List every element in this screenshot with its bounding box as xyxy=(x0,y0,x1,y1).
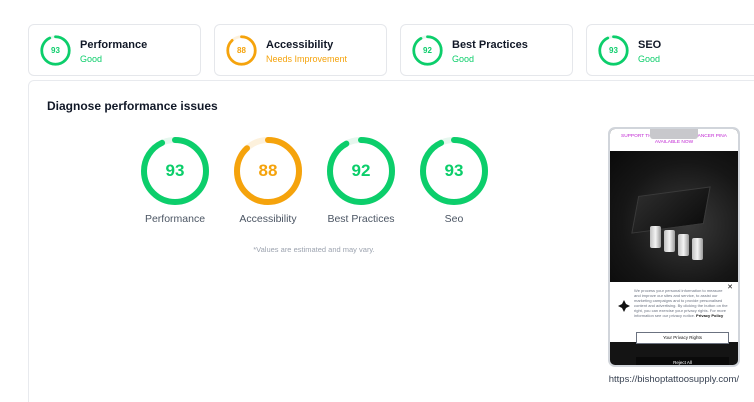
gauge-seo: 93 Seo xyxy=(399,135,509,225)
summary-card-seo[interactable]: 93 SEO Good xyxy=(586,24,754,76)
card-status: Good xyxy=(452,54,475,64)
card-title: Best Practices xyxy=(452,39,528,51)
summary-card-best-practices[interactable]: 92 Best Practices Good xyxy=(400,24,573,76)
privacy-policy-link[interactable]: Privacy Policy xyxy=(696,313,723,318)
score-value: 92 xyxy=(423,46,432,55)
summary-card-performance[interactable]: 93 Performance Good xyxy=(28,24,201,76)
estimate-note: *Values are estimated and may vary. xyxy=(253,245,375,254)
privacy-rights-button[interactable]: Your Privacy Rights xyxy=(636,332,729,344)
brand-logo-icon xyxy=(618,300,630,312)
gauge-score: 88 xyxy=(258,161,278,180)
bottle xyxy=(650,226,661,248)
bottle xyxy=(678,234,689,256)
score-value: 88 xyxy=(237,46,246,55)
gauge-score: 93 xyxy=(165,161,185,180)
diagnose-panel: Diagnose performance issues 93 Performan… xyxy=(28,80,754,402)
score-ring: 93 xyxy=(39,34,72,67)
reject-all-button[interactable]: Reject All xyxy=(636,357,729,365)
cookie-consent: ✕ We process your personal information t… xyxy=(610,282,738,344)
panel-title: Diagnose performance issues xyxy=(47,99,218,113)
card-title: Accessibility xyxy=(266,39,334,51)
card-title: SEO xyxy=(638,39,662,51)
card-status: Good xyxy=(638,54,661,64)
score-ring: 93 xyxy=(597,34,630,67)
mobile-preview: SUPPORT TH... ...T3 - HOPE VIL CANCER PI… xyxy=(608,127,740,367)
bottle xyxy=(692,238,703,260)
score-ring: 88 xyxy=(225,34,258,67)
bottle xyxy=(664,230,675,252)
cookie-text: We process your personal information to … xyxy=(634,288,730,318)
gauge-score: 93 xyxy=(444,161,464,180)
product-hero-image xyxy=(610,151,738,284)
summary-card-accessibility[interactable]: 88 Accessibility Needs Improvement xyxy=(214,24,387,76)
card-status: Good xyxy=(80,54,103,64)
gauge-score: 92 xyxy=(351,161,371,180)
score-value: 93 xyxy=(609,46,618,55)
product-box xyxy=(631,186,711,234)
card-title: Performance xyxy=(80,39,148,51)
gauge-label: Seo xyxy=(444,213,464,225)
score-value: 93 xyxy=(51,46,60,55)
preview-url[interactable]: https://bishoptattoosupply.com/ xyxy=(589,374,739,385)
score-ring: 92 xyxy=(411,34,444,67)
card-status: Needs Improvement xyxy=(266,54,348,64)
phone-notch xyxy=(650,129,698,139)
